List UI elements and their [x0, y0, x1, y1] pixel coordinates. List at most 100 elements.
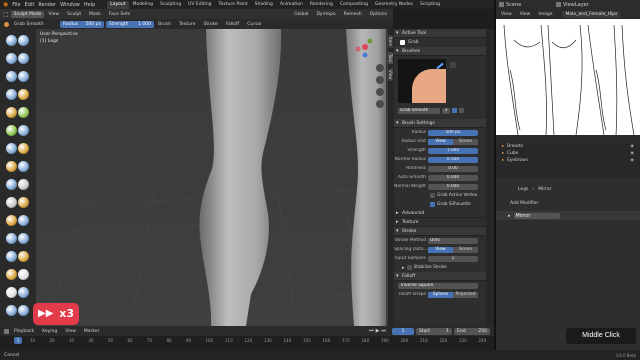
sculpt-tool-icon[interactable]	[18, 197, 29, 208]
radius-field[interactable]: Radius 500 px	[60, 20, 104, 28]
brush-dropdown[interactable]: Brush	[156, 21, 173, 28]
dyntopo-dropdown[interactable]: Dyntopo	[314, 11, 337, 18]
stroke-dropdown[interactable]: Stroke	[201, 21, 219, 28]
spacing-scene[interactable]: Scene	[453, 246, 478, 253]
sculpt-tool-icon[interactable]	[18, 125, 29, 136]
menu-sculpt[interactable]: Sculpt	[65, 11, 83, 18]
sculpt-tool-icon[interactable]	[18, 179, 29, 190]
menu-face-sets[interactable]: Face Sets	[107, 11, 132, 18]
current-frame-field[interactable]: 1	[392, 327, 414, 335]
image-editor[interactable]	[496, 0, 640, 135]
sculpt-tool-icon[interactable]	[6, 287, 17, 298]
texture-dropdown[interactable]: Texture	[177, 21, 197, 28]
menu-file[interactable]: File	[12, 2, 20, 8]
sculpt-tool-icon[interactable]	[18, 269, 29, 280]
3d-viewport[interactable]: User Perspective (1) Legs	[36, 29, 393, 326]
active-tool-row[interactable]: Grab	[394, 38, 486, 47]
brushes-header[interactable]: Brushes	[394, 47, 486, 56]
grab-active-vertex-row[interactable]: Grab Active Vertex	[394, 191, 486, 200]
outliner-item-eyebrows[interactable]: ▸ Eyebrows ◉	[496, 157, 640, 164]
visibility-eye-icon[interactable]: ◉	[630, 143, 634, 150]
tab-sculpting[interactable]: Sculpting	[157, 1, 184, 9]
expand-icon[interactable]: ▸	[508, 213, 511, 219]
timeline-track[interactable]: 1 10 20 30 40 50 60 70 80 90 100 110 120 130 140 150 16…	[0, 336, 494, 350]
active-tool-header[interactable]: Active Tool	[394, 29, 486, 38]
brush-name-field[interactable]: Grab Smooth	[398, 107, 440, 114]
brush-thumbnail[interactable]	[398, 59, 446, 103]
grab-active-vertex-checkbox[interactable]	[430, 193, 435, 198]
visibility-eye-icon[interactable]: ◉	[630, 150, 634, 157]
pan-hand-icon[interactable]	[376, 76, 384, 84]
input-samples-field[interactable]: 1	[428, 255, 478, 262]
brush-settings-header[interactable]: Brush Settings	[394, 119, 486, 128]
menu-keying[interactable]: Keying	[40, 328, 59, 335]
stabilize-stroke-checkbox[interactable]	[406, 265, 412, 270]
scene-selector[interactable]: Scene	[506, 2, 556, 8]
sculpt-tool-icon[interactable]	[6, 161, 17, 172]
outliner-item-cube[interactable]: ▸ Cube ◉	[496, 150, 640, 157]
normal-radius-field[interactable]: 0.500	[428, 156, 478, 163]
falloff-projected[interactable]: Projected	[453, 291, 478, 298]
texture-header[interactable]: Texture	[394, 218, 486, 227]
sculpt-tool-icon[interactable]	[18, 305, 29, 316]
blender-logo-icon[interactable]: ◉	[3, 1, 8, 8]
timeline-menu-view[interactable]: View	[63, 328, 78, 335]
grab-silhouette-row[interactable]: Grab Silhouette	[394, 200, 486, 209]
falloff-preset-dropdown[interactable]: Inverse Square	[398, 282, 478, 289]
unlink-brush-icon[interactable]	[459, 108, 464, 113]
mirror-modifier-panel[interactable]: ▸ Mirror	[496, 211, 640, 220]
radius-prop-field[interactable]: 500 px	[428, 129, 478, 136]
sculpt-tool-icon[interactable]	[6, 215, 17, 226]
view-layer-selector[interactable]: ViewLayer	[563, 2, 589, 8]
stroke-header[interactable]: Stroke	[394, 227, 486, 236]
normal-weight-field[interactable]: 0.000	[428, 183, 478, 190]
image-menu-image[interactable]: Image	[536, 11, 554, 18]
mode-selector[interactable]: Sculpt Mode	[10, 10, 45, 18]
outliner-item-breasts[interactable]: ▸ Breasts ◉	[496, 143, 640, 150]
sculpt-tool-icon[interactable]	[6, 197, 17, 208]
radius-unit-scene[interactable]: Scene	[453, 138, 478, 145]
sculpt-tool-icon[interactable]	[18, 215, 29, 226]
sculpt-tool-icon[interactable]	[6, 53, 17, 64]
tab-texture-paint[interactable]: Texture Paint	[216, 1, 251, 9]
sculpt-tool-icon[interactable]	[6, 251, 17, 262]
image-name-field[interactable]: Male_and_Female_Hips	[562, 10, 621, 18]
modifier-name-field[interactable]: Mirror	[513, 212, 560, 219]
menu-edit[interactable]: Edit	[25, 2, 35, 8]
sculpt-tool-icon[interactable]	[6, 305, 17, 316]
spacing-view[interactable]: View	[428, 246, 453, 253]
timeline-editor-icon[interactable]	[4, 328, 9, 334]
jump-start-icon[interactable]: ⏮	[369, 328, 374, 334]
sculpt-tool-icon[interactable]	[18, 89, 29, 100]
tab-layout[interactable]: Layout	[107, 0, 129, 9]
sculpt-tool-icon[interactable]	[18, 251, 29, 262]
strength-field[interactable]: Strength 1.000	[106, 20, 154, 28]
sculpt-tool-icon[interactable]	[18, 161, 29, 172]
grab-silhouette-checkbox[interactable]	[430, 202, 435, 207]
grid-perspective-icon[interactable]	[376, 100, 384, 108]
sculpt-tool-icon[interactable]	[18, 35, 29, 46]
navigation-gizmo[interactable]	[353, 35, 377, 59]
options-dropdown[interactable]: Options	[368, 11, 389, 18]
sculpt-tool-icon[interactable]	[6, 71, 17, 82]
add-modifier-button[interactable]: Add Modifier	[496, 199, 640, 208]
global-transform-dropdown[interactable]: Global	[292, 11, 310, 18]
stroke-method-dropdown[interactable]: Dots	[428, 237, 478, 244]
hardness-field[interactable]: 0.00	[428, 165, 478, 172]
camera-icon[interactable]	[376, 88, 384, 96]
tab-compositing[interactable]: Compositing	[337, 1, 371, 9]
sculpt-tool-icon[interactable]	[6, 107, 17, 118]
sculpt-tool-icon[interactable]	[18, 233, 29, 244]
sculpt-tool-icon[interactable]	[6, 125, 17, 136]
tab-animation[interactable]: Animation	[277, 1, 306, 9]
tab-shading[interactable]: Shading	[252, 1, 276, 9]
sculpt-tool-icon[interactable]	[18, 107, 29, 118]
brush-selector[interactable]: Grab Smooth	[12, 21, 56, 28]
editor-type-icon[interactable]: ⬚	[3, 11, 9, 18]
sculpt-tool-icon[interactable]	[18, 71, 29, 82]
tab-scripting[interactable]: Scripting	[417, 1, 443, 9]
stabilize-stroke-row[interactable]: ▸ Stabilize Stroke	[394, 263, 486, 272]
tab-rendering[interactable]: Rendering	[307, 1, 336, 9]
tab-modeling[interactable]: Modeling	[130, 1, 156, 9]
image-menu-view[interactable]: View	[518, 11, 533, 18]
